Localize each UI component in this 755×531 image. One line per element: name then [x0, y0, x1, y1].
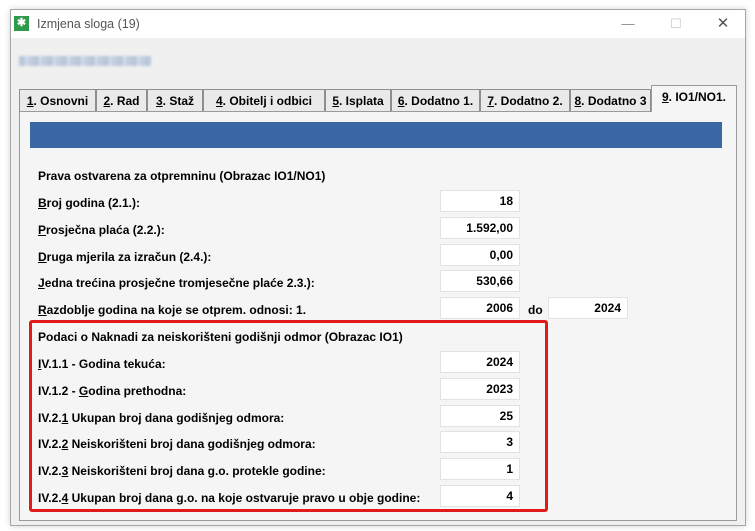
tab-dodatno-3[interactable]: 8. Dodatno 3	[570, 89, 651, 111]
window-title: Izmjena sloga (19)	[37, 17, 140, 31]
druga-mjerila-field[interactable]: 0,00	[440, 244, 520, 266]
tab-staz[interactable]: 3. Staž	[147, 89, 203, 111]
dialog-window: ✱ Izmjena sloga (19) — ☐ ✕ 1. Osnovni 2.…	[10, 9, 746, 526]
tab-rad[interactable]: 2. Rad	[96, 89, 147, 111]
title-bar: ✱ Izmjena sloga (19) — ☐ ✕	[11, 10, 745, 38]
minimize-button[interactable]: —	[613, 13, 643, 35]
section-otpremnina-title: Prava ostvarena za otpremninu (Obrazac I…	[38, 169, 326, 183]
tab-osnovni[interactable]: 1. Osnovni	[19, 89, 96, 111]
app-icon: ✱	[14, 16, 29, 31]
razdoblje-od-field[interactable]: 2006	[440, 297, 520, 319]
tab-io1-no1[interactable]: 9. IO1/NO1.	[651, 85, 737, 112]
broj-godina-field[interactable]: 18	[440, 190, 520, 212]
prosjecna-placa-field[interactable]: 1.592,00	[440, 217, 520, 239]
label-razdoblje-godina: Razdoblje godina na koje se otprem. odno…	[38, 303, 307, 317]
label-broj-godina: Broj godina (2.1.):	[38, 196, 141, 210]
header-bar	[30, 122, 722, 148]
tab-obitelj-i-odbici[interactable]: 4. Obitelj i odbici	[203, 89, 325, 111]
label-do: do	[528, 303, 543, 317]
label-jedna-trecina: Jedna trećina prosječne tromjesečne plać…	[38, 276, 315, 290]
highlight-annotation-box	[29, 320, 548, 512]
tab-panel-io1-no1: Prava ostvarena za otpremninu (Obrazac I…	[19, 111, 737, 521]
close-button[interactable]: ✕	[708, 13, 738, 35]
tab-dodatno-1[interactable]: 6. Dodatno 1.	[391, 89, 480, 111]
tab-dodatno-2[interactable]: 7. Dodatno 2.	[480, 89, 570, 111]
tab-isplata[interactable]: 5. Isplata	[325, 89, 391, 111]
maximize-button: ☐	[670, 16, 682, 31]
label-druga-mjerila: Druga mjerila za izračun (2.4.):	[38, 250, 212, 264]
label-prosjecna-placa: Prosječna plaća (2.2.):	[38, 223, 165, 237]
blurred-employee-name	[19, 56, 151, 66]
tab-strip: 1. Osnovni 2. Rad 3. Staž 4. Obitelj i o…	[19, 85, 739, 112]
jedna-trecina-field[interactable]: 530,66	[440, 270, 520, 292]
razdoblje-do-field[interactable]: 2024	[548, 297, 628, 319]
